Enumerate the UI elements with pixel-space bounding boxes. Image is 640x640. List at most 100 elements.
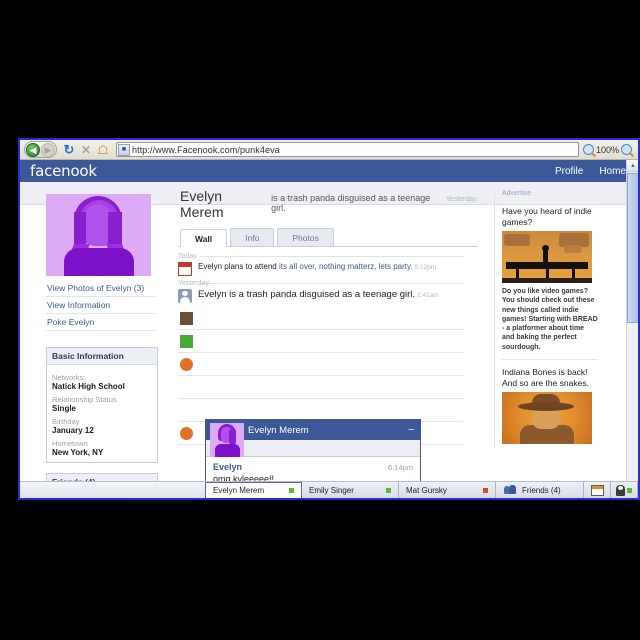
zoom-in-icon[interactable]	[621, 144, 632, 155]
profile-sidebar: View Photos of Evelyn (3) View Informati…	[46, 194, 171, 491]
tab-info[interactable]: Info	[230, 228, 275, 246]
post-icon	[180, 311, 193, 325]
vertical-scrollbar[interactable]: ▲ ▼	[626, 160, 638, 498]
post-icon	[180, 426, 193, 440]
basic-information-box: Basic Information Networks: Natick High …	[46, 347, 158, 463]
wall-post-text: Evelyn is a trash panda disguised as a t…	[198, 289, 439, 301]
profile-main: Evelyn Merem is a trash panda disguised …	[178, 188, 478, 445]
taskbar-tab-label: Evelyn Merem	[213, 486, 265, 495]
person-icon	[178, 289, 192, 303]
link-poke-evelyn[interactable]: Poke Evelyn	[46, 314, 156, 331]
status-dot-online	[289, 488, 294, 493]
status-dot-away	[483, 487, 488, 493]
zoom-out-icon[interactable]	[582, 144, 594, 155]
site-nav: Profile Home	[555, 166, 626, 177]
chat-message-header: Evelyn 6:14pm	[213, 462, 413, 472]
status-dot-online	[386, 487, 391, 493]
link-view-information[interactable]: View Information	[46, 297, 156, 314]
site-header: facenook Profile Home	[20, 160, 638, 182]
ad-title-indie[interactable]: Have you heard of indie games?	[502, 206, 598, 227]
address-bar[interactable]: ■ http://www.Facenook.com/punk4eva	[116, 142, 579, 157]
info-value-birthday: January 12	[52, 426, 94, 435]
wall-post-row-obscured	[178, 307, 463, 330]
profile-picture[interactable]	[46, 194, 151, 276]
chat-avatar	[210, 423, 244, 457]
ad-character-face	[532, 409, 560, 430]
profile-action-links: View Photos of Evelyn (3) View Informati…	[46, 280, 156, 331]
page-icon: ■	[118, 143, 130, 156]
friends-icon	[504, 485, 516, 495]
chat-taskbar: Evelyn Merem Emily Singer Mat Gursky Fri…	[20, 481, 638, 498]
wall-post: Evelyn plans to attend its all over, not…	[178, 260, 463, 280]
wall-feed: Today Evelyn plans to attend its all ove…	[178, 253, 463, 445]
avatar-body	[64, 248, 134, 276]
info-label-networks: Networks:	[52, 373, 86, 382]
wall-post-row-obscured	[178, 330, 463, 353]
screen: ◀ ▶ ↻ ✕ ☖ ■ http://www.Facenook.com/punk…	[0, 0, 640, 640]
home-icon[interactable]: ☖	[95, 142, 111, 158]
info-value-relationship: Single	[52, 404, 77, 413]
taskbar-tab-mat-gursky[interactable]: Mat Gursky	[399, 482, 496, 498]
info-label-relationship: Relationship Status	[52, 395, 117, 404]
nav-buttons-group: ◀ ▶	[24, 141, 57, 158]
taskbar-window-tray-button[interactable]	[584, 482, 611, 498]
profile-name-row: Evelyn Merem is a trash panda disguised …	[178, 188, 478, 220]
status-dot-online	[627, 487, 632, 493]
ad-character	[542, 245, 549, 263]
tab-wall[interactable]: Wall	[180, 229, 228, 247]
info-label-birthday: Birthday	[52, 417, 80, 426]
avatar-hair-strand	[229, 430, 236, 445]
scroll-up-icon[interactable]: ▲	[627, 160, 638, 172]
event-icon	[178, 262, 192, 276]
browser-toolbar: ◀ ▶ ↻ ✕ ☖ ■ http://www.Facenook.com/punk…	[20, 140, 638, 160]
back-arrow-icon[interactable]: ◀	[26, 142, 40, 157]
stop-icon[interactable]: ✕	[78, 142, 94, 158]
browser-window: ◀ ▶ ↻ ✕ ☖ ■ http://www.Facenook.com/punk…	[18, 138, 640, 500]
info-label-hometown: Hometown	[52, 439, 88, 448]
ad-title-bones[interactable]: Indiana Bones is back! And so are the sn…	[502, 367, 598, 388]
page-title: Evelyn Merem	[180, 188, 224, 220]
nav-link-profile[interactable]: Profile	[555, 166, 583, 177]
profile-status-time: Yesterday.	[445, 196, 478, 203]
wall-post-row-obscured	[178, 376, 463, 399]
reload-icon[interactable]: ↻	[61, 142, 77, 158]
nav-link-home[interactable]: Home	[599, 166, 626, 177]
zoom-controls: 100%	[582, 144, 634, 155]
wall-post: Evelyn is a trash panda disguised as a t…	[178, 287, 463, 307]
tab-photos[interactable]: Photos	[277, 228, 334, 246]
wall-post-prefix: Evelyn plans to attend	[198, 262, 279, 271]
wall-post-link[interactable]: its all over, nothing matterz, lets part…	[279, 262, 413, 271]
basic-information-body: Networks: Natick High School Relationshi…	[47, 365, 157, 462]
basic-information-title: Basic Information	[47, 348, 157, 365]
ad-hat-brim	[518, 402, 574, 412]
person-tray-icon	[616, 484, 625, 496]
chat-message-time: 6:14pm	[387, 463, 413, 472]
zoom-level-label: 100%	[595, 144, 619, 155]
ad-ground	[502, 278, 592, 284]
avatar-body	[215, 444, 240, 457]
wall-post-row-obscured	[178, 353, 463, 376]
chat-window-tray-icon	[590, 484, 604, 496]
site-logo[interactable]: facenook	[30, 162, 97, 180]
taskbar-tab-evelyn-merem[interactable]: Evelyn Merem	[205, 482, 302, 498]
advertise-label[interactable]: Advertise	[502, 190, 598, 201]
ad-description-indie: Do you like video games? You should chec…	[502, 287, 598, 360]
indiana-bones-ad-image[interactable]	[502, 392, 592, 445]
taskbar-tab-label: Emily Singer	[309, 485, 354, 495]
post-icon	[180, 357, 193, 371]
wall-divider	[200, 256, 463, 257]
url-text: http://www.Facenook.com/punk4eva	[132, 144, 280, 155]
wall-post-time: 2:41am	[417, 292, 439, 299]
minimize-icon[interactable]: –	[408, 425, 414, 435]
forward-arrow-icon[interactable]: ▶	[41, 142, 55, 157]
ad-cloud	[504, 234, 530, 247]
profile-tabs: Wall Info Photos	[178, 228, 478, 247]
indie-game-ad-image[interactable]	[502, 231, 592, 284]
wall-post-time: 5:12pm	[414, 264, 437, 271]
scrollbar-thumb[interactable]	[627, 173, 638, 323]
taskbar-person-tray-button[interactable]	[611, 482, 638, 498]
friends-label: Friends (4)	[522, 485, 561, 495]
link-view-photos[interactable]: View Photos of Evelyn (3)	[46, 280, 156, 297]
taskbar-friends-button[interactable]: Friends (4)	[496, 482, 584, 498]
taskbar-tab-emily-singer[interactable]: Emily Singer	[302, 482, 399, 498]
